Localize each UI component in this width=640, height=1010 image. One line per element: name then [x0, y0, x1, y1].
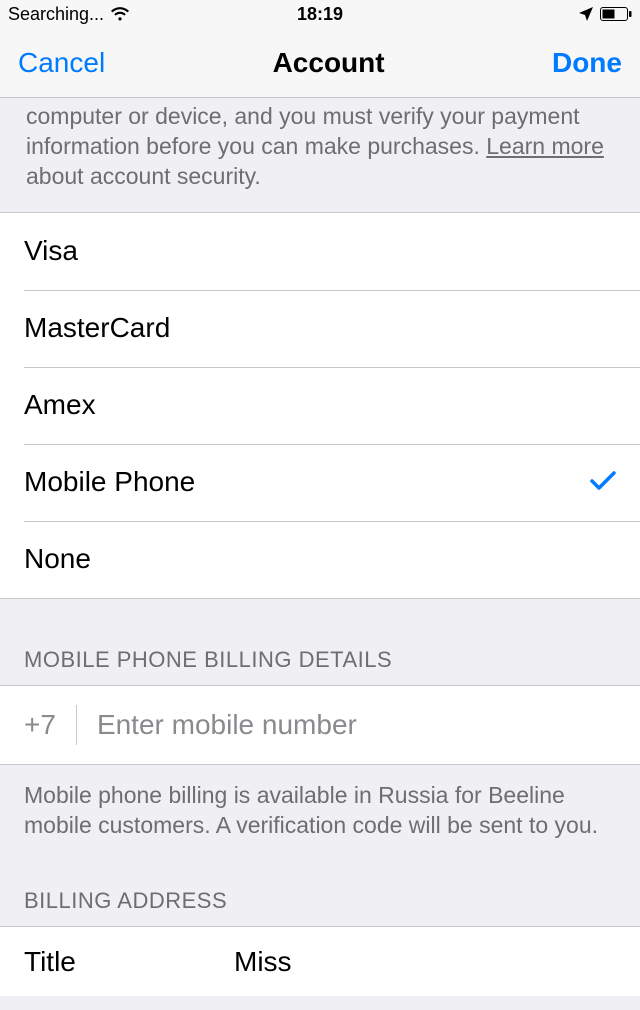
- carrier-label: Searching...: [8, 4, 104, 25]
- section-header-billing-address: Billing Address: [0, 858, 640, 926]
- phone-number-input[interactable]: [77, 709, 616, 741]
- phone-input-row: +7: [0, 685, 640, 765]
- payment-method-label: MasterCard: [24, 312, 170, 344]
- cancel-button[interactable]: Cancel: [18, 47, 105, 79]
- payment-method-label: Mobile Phone: [24, 466, 195, 498]
- country-code-label[interactable]: +7: [24, 705, 77, 745]
- title-row[interactable]: Title Miss: [0, 926, 640, 996]
- payment-method-row[interactable]: Visa: [0, 213, 640, 290]
- done-button[interactable]: Done: [552, 47, 622, 79]
- payment-method-row[interactable]: Amex: [0, 367, 640, 444]
- section-header-billing-details: Mobile Phone Billing Details: [0, 599, 640, 685]
- payment-method-row[interactable]: MasterCard: [0, 290, 640, 367]
- header-description: computer or device, and you must verify …: [0, 98, 640, 213]
- page-title: Account: [273, 47, 385, 79]
- checkmark-icon: [590, 466, 616, 498]
- battery-icon: [600, 7, 632, 21]
- nav-bar: Cancel Account Done: [0, 28, 640, 98]
- title-field-value: Miss: [234, 946, 292, 978]
- payment-method-row[interactable]: None: [0, 521, 640, 598]
- payment-method-list: Visa MasterCard Amex Mobile Phone None: [0, 213, 640, 599]
- payment-method-label: Visa: [24, 235, 78, 267]
- billing-details-footer: Mobile phone billing is available in Rus…: [0, 765, 640, 859]
- clock-label: 18:19: [297, 4, 343, 25]
- payment-method-row[interactable]: Mobile Phone: [0, 444, 640, 521]
- location-icon: [578, 6, 594, 22]
- wifi-icon: [110, 7, 130, 22]
- payment-method-label: None: [24, 543, 91, 575]
- status-bar: Searching... 18:19: [0, 0, 640, 28]
- learn-more-link[interactable]: Learn more: [486, 133, 604, 159]
- payment-method-label: Amex: [24, 389, 96, 421]
- title-field-label: Title: [24, 946, 234, 978]
